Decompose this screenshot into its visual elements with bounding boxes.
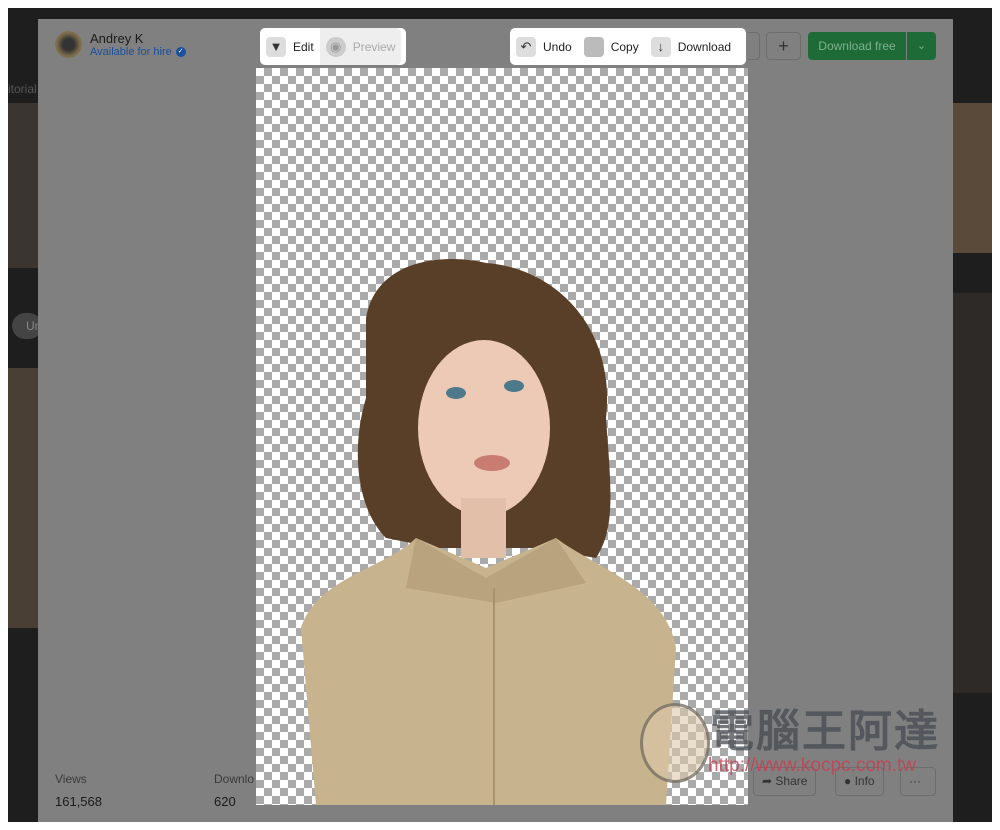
share-label: Share — [775, 774, 808, 788]
portrait-cutout — [301, 258, 676, 805]
arrow-down-icon: ↓ — [650, 36, 671, 57]
downloads-label: Downlo — [214, 772, 255, 786]
filter-icon: ▼ — [266, 36, 286, 57]
background-photo — [8, 368, 38, 628]
background-photo — [953, 293, 992, 693]
hire-status-label: Available for hire — [90, 46, 172, 58]
info-label: Info — [854, 774, 875, 788]
like-button[interactable] — [748, 32, 760, 60]
info-icon: ● — [844, 774, 855, 788]
downloads-stat: Downlo 620 — [214, 772, 254, 809]
image-modal: Andrey K Available for hire ✓ ▼ Edit ◉ Prev… — [38, 19, 953, 822]
undo-button[interactable]: ↶ Undo — [510, 28, 578, 65]
preview-label: Preview — [352, 39, 396, 54]
share-icon: ➦ — [762, 774, 776, 788]
views-stat: Views 161,568 — [55, 772, 102, 809]
author-info[interactable]: Andrey K Available for hire ✓ — [55, 31, 186, 58]
image-canvas[interactable] — [256, 68, 748, 805]
app-frame: itorial Un Andrey K Available for hire ✓ … — [8, 8, 992, 822]
undo-label: Undo — [543, 39, 572, 54]
views-value: 161,568 — [55, 794, 102, 809]
edit-button[interactable]: ▼ Edit — [260, 28, 320, 65]
action-toolbar: ↶ Undo Copy ↓ Download — [510, 28, 746, 65]
download-button[interactable]: ↓ Download — [645, 28, 737, 65]
preview-button[interactable]: ◉ Preview — [319, 28, 402, 65]
views-label: Views — [55, 772, 87, 786]
copy-label: Copy — [610, 39, 639, 54]
download-label: Download — [677, 39, 732, 54]
download-options-dropdown[interactable]: ⌄ — [907, 32, 936, 60]
author-name[interactable]: Andrey K — [90, 31, 186, 46]
avatar[interactable] — [55, 31, 82, 58]
add-to-collection-button[interactable]: + — [766, 32, 801, 60]
verified-icon: ✓ — [175, 47, 186, 57]
background-photo — [953, 103, 992, 253]
copy-icon — [583, 36, 604, 57]
copy-button[interactable]: Copy — [578, 28, 645, 65]
background-text: itorial — [8, 82, 37, 96]
share-button[interactable]: ➦ Share — [753, 767, 817, 796]
downloads-value: 620 — [214, 794, 236, 809]
undo-icon: ↶ — [516, 36, 536, 57]
edit-label: Edit — [293, 39, 314, 54]
download-free-button[interactable]: Download free — [808, 32, 906, 60]
more-button[interactable]: ··· — [900, 767, 936, 796]
info-button[interactable]: ● Info — [835, 767, 884, 796]
background-photo — [8, 103, 38, 268]
eye-icon: ◉ — [325, 36, 346, 57]
edit-toolbar: ▼ Edit ◉ Preview — [260, 28, 406, 65]
hire-status[interactable]: Available for hire ✓ — [90, 46, 186, 58]
